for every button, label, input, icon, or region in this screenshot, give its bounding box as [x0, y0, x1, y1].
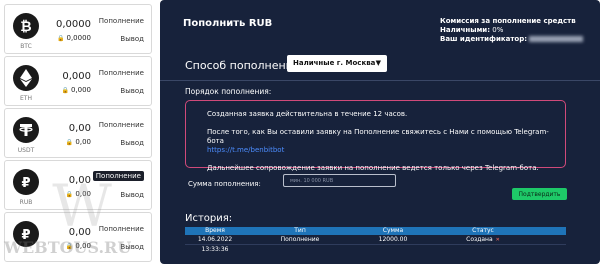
- history-title: История:: [185, 213, 233, 224]
- column-header: Статус: [472, 227, 494, 234]
- withdraw-button[interactable]: Вывод: [120, 87, 144, 95]
- lock-icon: 🔒: [65, 191, 74, 198]
- wallet-locked: 🔒 0,0000: [51, 34, 91, 42]
- commission-info: Комиссия за пополнение средств Наличными…: [440, 17, 584, 44]
- sum-label: Сумма пополнения:: [188, 180, 261, 188]
- history-time: 14.06.2022 13:33:36: [197, 236, 233, 253]
- wallet-list: ₿ BTC 0,0000 🔒 0,0000 Пополнение Вывод ET…: [0, 0, 156, 264]
- confirm-button[interactable]: Подтвердить: [512, 188, 567, 200]
- id-label: Ваш идентификатор:: [440, 35, 528, 43]
- wallet-balance: 0,000: [62, 71, 91, 82]
- withdraw-button[interactable]: Вывод: [120, 139, 144, 147]
- cash-value: 0%: [492, 26, 504, 34]
- wallet-locked-value: 0,00: [75, 242, 91, 250]
- deposit-button[interactable]: Пополнение: [99, 69, 144, 77]
- close-icon[interactable]: ✕: [496, 237, 500, 243]
- order-instructions: Созданная заявка действительна в течение…: [185, 100, 566, 172]
- wallet-locked: 🔒 0,000: [51, 86, 91, 94]
- lock-icon: 🔒: [57, 35, 65, 42]
- svg-text:₽: ₽: [21, 228, 30, 242]
- bitcoin-icon: ₿: [13, 13, 39, 39]
- wallet-locked-value: 0,00: [75, 190, 91, 198]
- wallet-ticker: USDT: [17, 147, 35, 154]
- wallet-card-eth[interactable]: ETH 0,000 🔒 0,000 Пополнение Вывод: [4, 56, 152, 106]
- cash-label: Наличными:: [440, 26, 491, 34]
- wallet-card-usdt[interactable]: USDT 0,00 🔒 0,00 Пополнение Вывод: [4, 108, 152, 158]
- history-type: Пополнение: [280, 236, 320, 243]
- withdraw-button[interactable]: Вывод: [120, 191, 144, 199]
- redacted-id: [529, 36, 584, 42]
- tether-icon: [13, 117, 39, 143]
- lock-icon: 🔒: [61, 87, 69, 94]
- commission-label: Комиссия за пополнение средств: [440, 17, 576, 25]
- svg-text:₽: ₽: [21, 176, 30, 190]
- history-table: Время Тип Сумма Статус 14.06.2022 13:33:…: [185, 227, 566, 253]
- wallet-balance: 0,0000: [56, 19, 91, 30]
- column-header: Время: [205, 227, 225, 234]
- wallet-locked: 🔒 0,00: [51, 138, 91, 146]
- method-label: Способ пополнения:: [185, 59, 304, 72]
- history-amount: 12000.00: [378, 236, 408, 243]
- deposit-button-active[interactable]: Пополнение: [92, 171, 144, 181]
- deposit-button[interactable]: Пополнение: [99, 17, 144, 25]
- wallet-locked-value: 0,00: [75, 138, 91, 146]
- telegram-bot-link[interactable]: https://t.me/benbitbot: [207, 146, 565, 155]
- wallet-locked-value: 0,000: [70, 86, 91, 94]
- order-line-1: Созданная заявка действительна в течение…: [207, 110, 408, 118]
- column-header: Тип: [294, 227, 306, 234]
- history-status-text: Создана: [466, 236, 493, 243]
- wallet-locked: 🔒 0,00: [51, 242, 91, 250]
- order-label: Порядок пополнения:: [185, 87, 272, 96]
- wallet-card-btc[interactable]: ₿ BTC 0,0000 🔒 0,0000 Пополнение Вывод: [4, 4, 152, 54]
- deposit-button[interactable]: Пополнение: [99, 225, 144, 233]
- order-line-2: После того, как Вы оставили заявку на По…: [207, 128, 549, 145]
- ruble-icon: ₽: [13, 221, 39, 247]
- column-header: Сумма: [382, 227, 404, 234]
- table-header: Время Тип Сумма Статус: [185, 227, 566, 235]
- wallet-ticker: ETH: [20, 95, 32, 102]
- wallet-balance: 0,00: [68, 175, 91, 186]
- page-title: Пополнить RUB: [183, 18, 273, 29]
- lock-icon: 🔒: [65, 139, 74, 146]
- ethereum-icon: [13, 65, 39, 91]
- wallet-locked: 🔒 0,00: [51, 190, 91, 198]
- withdraw-button[interactable]: Вывод: [120, 35, 144, 43]
- divider: [160, 80, 600, 81]
- wallet-card-kzt[interactable]: ₽ 0,00 🔒 0,00 Пополнение Вывод: [4, 212, 152, 262]
- wallet-balance: 0,00: [68, 227, 91, 238]
- deposit-button[interactable]: Пополнение: [99, 121, 144, 129]
- chevron-down-icon: ▼: [375, 59, 381, 67]
- lock-icon: 🔒: [65, 243, 74, 250]
- deposit-panel: Пополнить RUB Комиссия за пополнение сре…: [160, 0, 600, 264]
- history-status: Создана ✕: [431, 235, 535, 244]
- wallet-ticker: BTC: [20, 43, 32, 50]
- sum-input[interactable]: [283, 174, 396, 187]
- table-row[interactable]: 14.06.2022 13:33:36 Пополнение 12000.00 …: [185, 235, 566, 253]
- method-select-value: Наличные г. Москва: [293, 59, 376, 67]
- withdraw-button[interactable]: Вывод: [120, 243, 144, 251]
- wallet-balance: 0,00: [68, 123, 91, 134]
- method-select[interactable]: Наличные г. Москва ▼: [287, 55, 387, 72]
- ruble-icon: ₽: [13, 169, 39, 195]
- wallet-ticker: RUB: [19, 199, 33, 206]
- order-line-3: Дальнейшее сопровождение заявки на попол…: [207, 164, 539, 172]
- svg-text:₿: ₿: [20, 19, 31, 34]
- wallet-locked-value: 0,0000: [66, 34, 92, 42]
- wallet-card-rub[interactable]: ₽ RUB 0,00 🔒 0,00 Пополнение Вывод: [4, 160, 152, 210]
